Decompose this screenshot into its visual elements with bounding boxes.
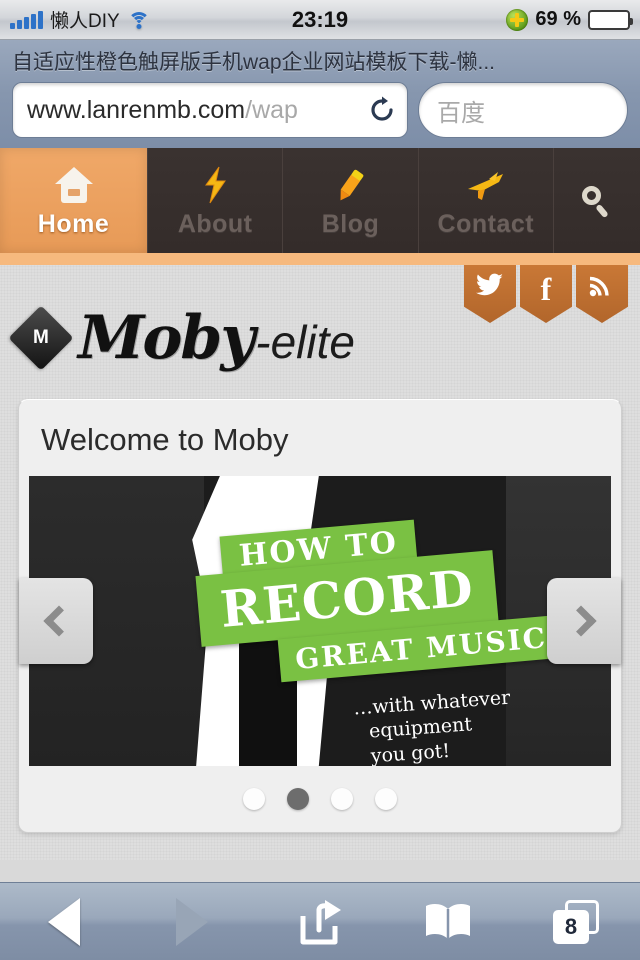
chevron-left-icon [43,605,75,637]
twitter-icon[interactable] [464,265,516,323]
address-row: www.lanrenmb.com/wap 百度 [0,82,640,138]
slider-dot-4[interactable] [375,788,397,810]
slider-dot-2[interactable] [287,788,309,810]
back-button[interactable] [19,894,109,950]
nav-orange-divider [0,253,640,265]
logo-diamond-badge-icon: M [8,305,74,371]
forward-button[interactable] [147,894,237,950]
slide-subtext: …with whatever equipment you got! [353,685,515,766]
sidebar-item-blog[interactable]: Blog [283,148,419,253]
bookmarks-button[interactable] [403,894,493,950]
social-links: f [464,265,628,323]
facebook-icon[interactable]: f [520,265,572,323]
chevron-right-icon [565,605,597,637]
magnifier-icon [580,178,614,224]
share-button[interactable] [275,894,365,950]
pen-icon [332,162,368,208]
slider-pagination [19,782,621,832]
logo-name: Moby [78,303,255,373]
forward-arrow-icon [176,897,208,946]
house-icon [54,162,93,208]
slide-image[interactable]: HOW TO RECORD GREAT MUSIC …with whatever… [29,476,611,766]
url-path: /wap [245,95,298,124]
slider-next-button[interactable] [547,578,621,664]
back-arrow-icon [48,897,80,946]
airplane-icon [465,162,507,208]
sidebar-item-contact[interactable]: Contact [419,148,554,253]
battery-percent-label: 69 % [535,8,581,30]
page-title: 自适应性橙色触屏版手机wap企业网站模板下载-懒... [12,51,496,74]
url-input[interactable]: www.lanrenmb.com/wap [12,82,408,138]
browser-chrome: 自适应性橙色触屏版手机wap企业网站模板下载-懒... www.lanrenmb… [0,40,640,148]
nav-label-about: About [177,210,253,238]
sidebar-item-home[interactable]: Home [0,148,148,253]
book-icon [426,903,470,939]
logo-badge-letter: M [33,326,49,348]
status-bar-right: 69 % [506,8,633,31]
card-title: Welcome to Moby [41,422,289,457]
page-content: f M Moby -elite Welcome to Moby HOW TO R… [0,265,640,860]
image-slider: HOW TO RECORD GREAT MUSIC …with whatever… [19,476,621,766]
rss-icon[interactable] [576,265,628,323]
nav-search-button[interactable] [554,148,640,253]
tabs-count: 8 [553,909,589,944]
url-domain: www.lanrenmb.com [27,95,246,124]
mobile-browser-screen: 懒人DIY 23:19 69 % 自适应性橙色触屏版手机wap企业网站模板下载-… [0,0,640,960]
slider-dot-1[interactable] [243,788,265,810]
search-placeholder: 百度 [437,99,485,127]
browser-toolbar: 8 [0,882,640,960]
nav-label-home: Home [37,210,110,238]
share-icon [300,899,341,944]
tabs-button[interactable]: 8 [531,894,621,950]
reload-icon[interactable] [367,95,397,125]
nav-label-blog: Blog [321,210,380,238]
search-input[interactable]: 百度 [418,82,628,138]
battery-icon [588,9,633,30]
site-navigation: Home About Blog Contact [0,148,640,253]
logo-wordmark: Moby -elite [78,303,355,373]
welcome-card: Welcome to Moby HOW TO RECORD GREAT MUSI… [18,399,622,833]
status-bar: 懒人DIY 23:19 69 % [0,0,640,40]
lightning-bolt-icon [197,162,233,208]
slider-dot-3[interactable] [331,788,353,810]
slider-prev-button[interactable] [19,578,93,664]
tabs-icon: 8 [553,899,599,944]
logo-suffix: -elite [255,316,355,368]
sidebar-item-about[interactable]: About [148,148,284,253]
nav-label-contact: Contact [437,210,535,238]
url-text: www.lanrenmb.com/wap [27,96,365,125]
green-plus-badge-icon [506,8,529,31]
